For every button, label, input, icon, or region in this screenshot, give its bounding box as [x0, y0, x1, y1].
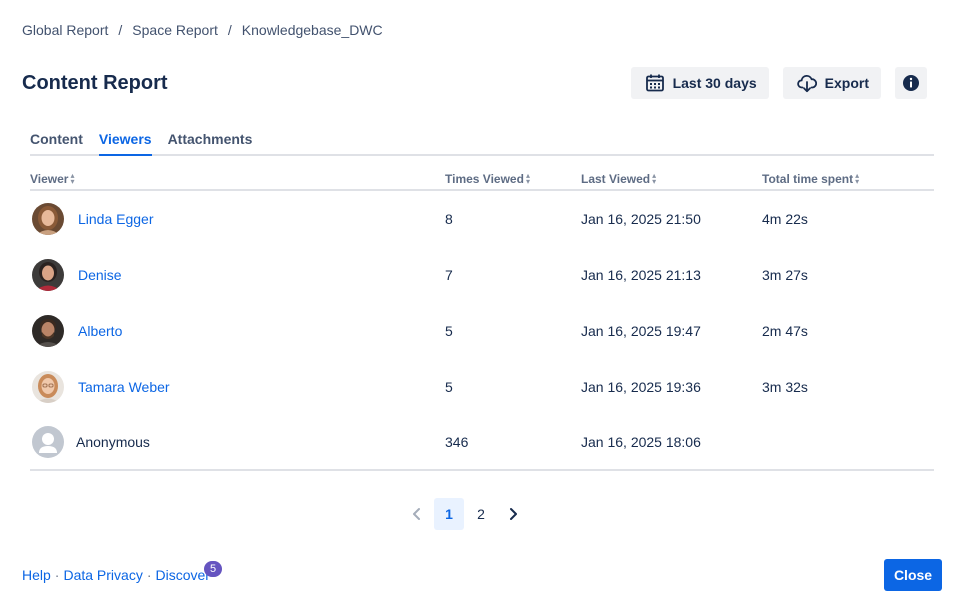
discover-link[interactable]: Discover	[156, 567, 210, 583]
page-1-button[interactable]: 1	[434, 498, 464, 530]
last-viewed-cell: Jan 16, 2025 19:36	[581, 379, 701, 395]
header-total-time-label: Total time spent	[762, 171, 854, 186]
times-viewed-cell: 5	[445, 323, 453, 339]
breadcrumb: Global Report / Space Report / Knowledge…	[22, 22, 383, 38]
last-viewed-cell: Jan 16, 2025 21:50	[581, 211, 701, 227]
tab-bar: Content Viewers Attachments	[30, 131, 934, 156]
avatar	[32, 315, 64, 347]
last-viewed-cell: Jan 16, 2025 19:47	[581, 323, 701, 339]
last-viewed-cell: Jan 16, 2025 21:13	[581, 267, 701, 283]
date-range-label: Last 30 days	[672, 75, 757, 91]
header-times-viewed-label: Times Viewed	[445, 171, 524, 186]
table-row: Linda Egger 8 Jan 16, 2025 21:50 4m 22s	[30, 191, 934, 247]
export-label: Export	[824, 75, 869, 91]
close-button[interactable]: Close	[884, 559, 942, 591]
calendar-icon	[645, 74, 664, 92]
total-time-cell: 3m 27s	[762, 267, 808, 283]
data-privacy-link[interactable]: Data Privacy	[63, 567, 142, 583]
table-header: Viewer ▴ ▾ Times Viewed ▴ ▾ Last Viewed ▴ ▾…	[30, 168, 934, 191]
table-row: Alberto 5 Jan 16, 2025 19:47 2m 47s	[30, 303, 934, 359]
page-title: Content Report	[22, 72, 168, 94]
header-times-viewed[interactable]: Times Viewed ▴ ▾	[445, 170, 581, 186]
times-viewed-cell: 346	[445, 434, 469, 450]
last-viewed-cell: Jan 16, 2025 18:06	[581, 434, 701, 450]
sort-icon: ▴ ▾	[525, 170, 530, 186]
viewer-name-link[interactable]: Alberto	[78, 323, 122, 339]
times-viewed-cell: 7	[445, 267, 453, 283]
info-icon	[903, 75, 919, 91]
breadcrumb-space-report[interactable]: Space Report	[132, 22, 218, 38]
sort-icon: ▴ ▾	[70, 170, 75, 186]
breadcrumb-knowledgebase[interactable]: Knowledgebase_DWC	[242, 22, 383, 38]
tab-attachments[interactable]: Attachments	[168, 131, 253, 154]
viewer-cell: Tamara Weber	[30, 371, 445, 403]
date-range-button[interactable]: Last 30 days	[630, 67, 769, 99]
total-time-cell: 2m 47s	[762, 323, 808, 339]
info-button[interactable]	[895, 67, 927, 99]
cloud-download-icon	[796, 74, 817, 93]
avatar	[32, 203, 64, 235]
header-viewer[interactable]: Viewer ▴ ▾	[30, 170, 445, 186]
chevron-left-icon	[413, 508, 420, 520]
times-viewed-cell: 8	[445, 211, 453, 227]
chevron-right-icon	[510, 508, 517, 520]
viewer-name: Anonymous	[76, 434, 150, 450]
viewers-table: Viewer ▴ ▾ Times Viewed ▴ ▾ Last Viewed ▴ ▾…	[30, 168, 934, 471]
tab-viewers[interactable]: Viewers	[98, 131, 152, 156]
export-button[interactable]: Export	[782, 67, 881, 99]
header-last-viewed-label: Last Viewed	[581, 171, 651, 186]
header-viewer-label: Viewer	[30, 171, 69, 186]
viewer-cell: Denise	[30, 259, 445, 291]
page-2-button[interactable]: 2	[466, 498, 496, 530]
avatar	[32, 371, 64, 403]
next-page-button[interactable]	[498, 498, 528, 530]
viewer-name-link[interactable]: Tamara Weber	[78, 379, 170, 395]
total-time-cell: 3m 32s	[762, 379, 808, 395]
times-viewed-cell: 5	[445, 379, 453, 395]
table-row: Anonymous 346 Jan 16, 2025 18:06	[30, 415, 934, 471]
footer-links: Help · Data Privacy · Discover 5	[22, 561, 222, 583]
pagination: 1 2	[0, 498, 960, 530]
avatar	[32, 259, 64, 291]
separator-dot: ·	[54, 567, 60, 583]
tab-content[interactable]: Content	[30, 131, 83, 154]
viewer-cell: Anonymous	[30, 426, 445, 458]
sort-icon: ▴ ▾	[855, 170, 860, 186]
toolbar: Last 30 days Export	[630, 67, 927, 99]
help-link[interactable]: Help	[22, 567, 51, 583]
separator-dot: ·	[146, 567, 152, 583]
header-total-time[interactable]: Total time spent ▴ ▾	[762, 170, 934, 186]
viewer-name-link[interactable]: Denise	[78, 267, 122, 283]
breadcrumb-separator: /	[227, 22, 232, 38]
breadcrumb-separator: /	[118, 22, 123, 38]
viewer-cell: Linda Egger	[30, 203, 445, 235]
previous-page-button[interactable]	[402, 498, 432, 530]
anonymous-avatar-icon	[32, 426, 64, 458]
discover-count-badge: 5	[204, 561, 222, 577]
total-time-cell: 4m 22s	[762, 211, 808, 227]
breadcrumb-global-report[interactable]: Global Report	[22, 22, 108, 38]
viewer-name-link[interactable]: Linda Egger	[78, 211, 154, 227]
table-row: Denise 7 Jan 16, 2025 21:13 3m 27s	[30, 247, 934, 303]
header-last-viewed[interactable]: Last Viewed ▴ ▾	[581, 170, 762, 186]
viewer-cell: Alberto	[30, 315, 445, 347]
sort-icon: ▴ ▾	[652, 170, 657, 186]
table-row: Tamara Weber 5 Jan 16, 2025 19:36 3m 32s	[30, 359, 934, 415]
